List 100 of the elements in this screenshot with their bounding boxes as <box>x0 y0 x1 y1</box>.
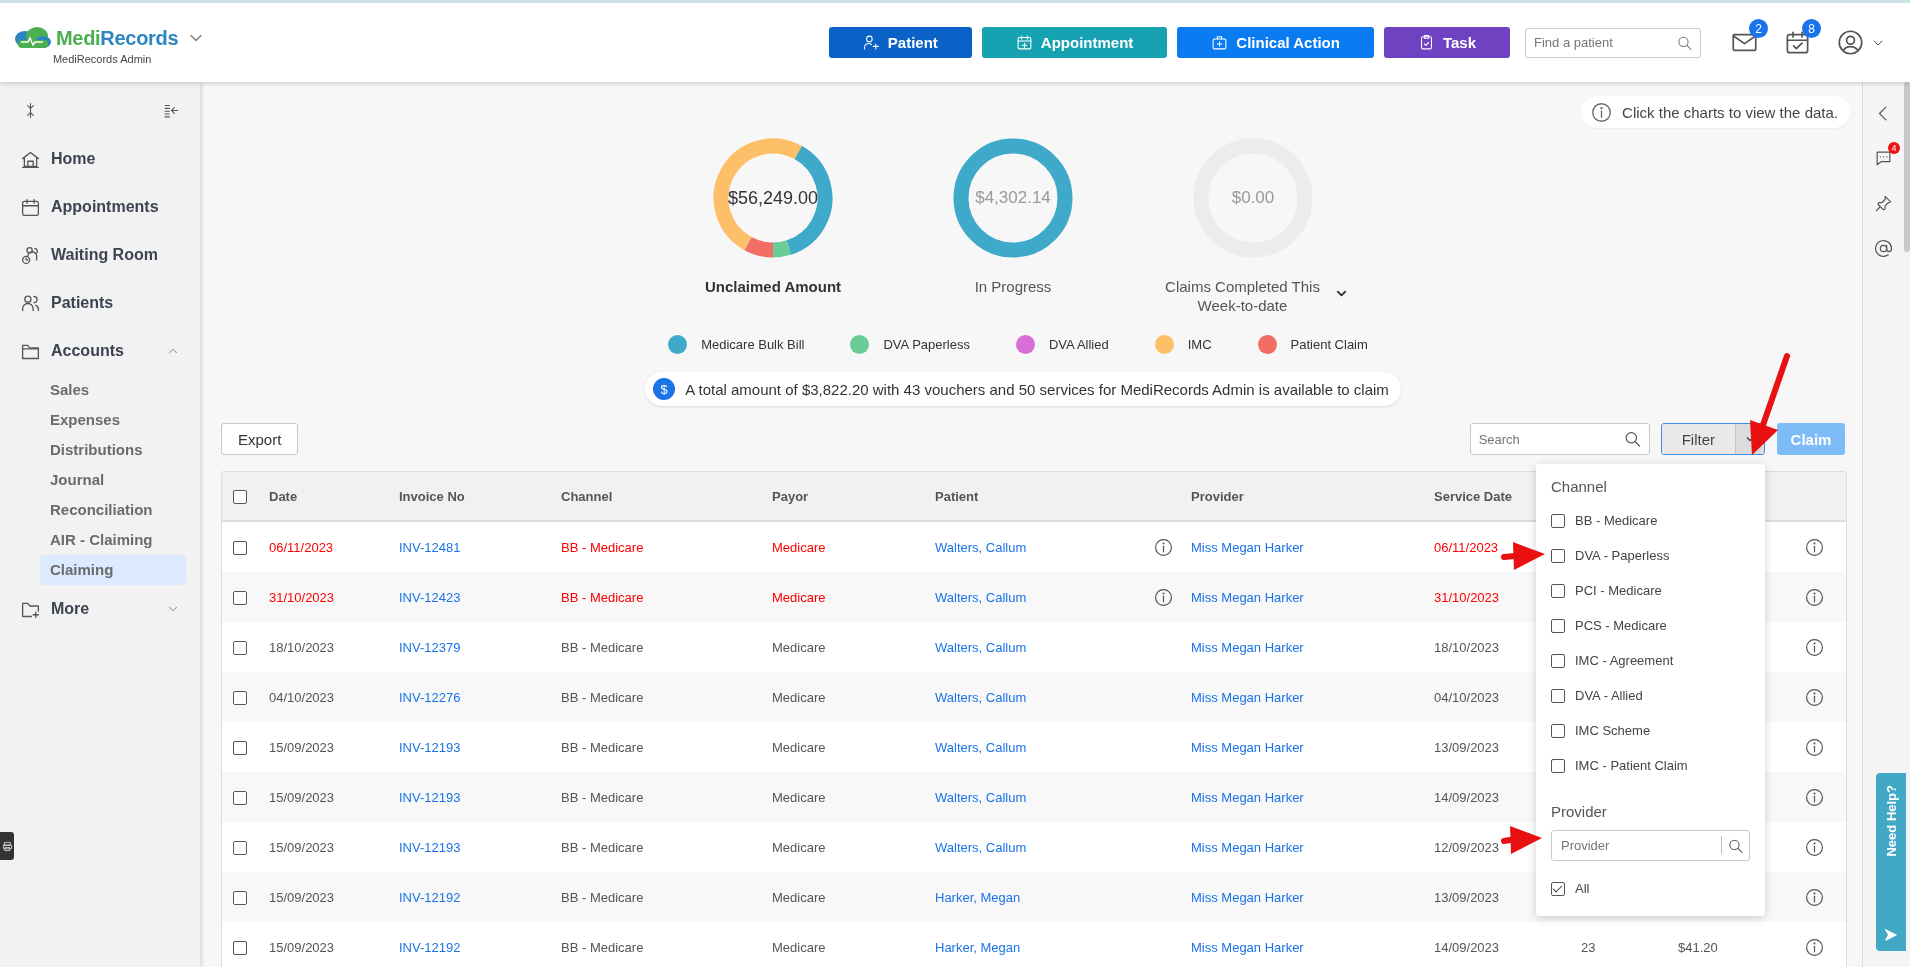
count-badge: 2 <box>1749 19 1768 38</box>
column-header[interactable]: Channel <box>550 472 761 521</box>
provider-link[interactable]: Miss Megan Harker <box>1191 789 1304 805</box>
chart-amount: $56,249.00 <box>727 187 819 209</box>
option-label: IMC - Agreement <box>1575 653 1674 668</box>
nav-subitem[interactable]: Journal <box>40 465 186 495</box>
nav-subitem[interactable]: Expenses <box>40 405 186 435</box>
table-cell: 13/09/2023 <box>1434 739 1500 755</box>
invoice-link[interactable]: INV-12193 <box>399 739 461 755</box>
invoice-link[interactable]: INV-12192 <box>399 939 461 955</box>
nav-item[interactable]: Waiting Room <box>0 231 200 279</box>
table-cell: BB - Medicare <box>561 839 644 855</box>
patient-search-field[interactable]: Find a patient <box>1525 27 1701 58</box>
invoice-link[interactable]: INV-12276 <box>399 689 461 705</box>
table-cell: 15/09/2023 <box>269 789 335 805</box>
quick-action-button[interactable]: Patient <box>828 27 972 58</box>
table-cell: BB - Medicare <box>561 889 644 905</box>
invoice-link[interactable]: INV-12193 <box>399 839 461 855</box>
need-help-tab[interactable]: Need Help? <box>1876 773 1906 951</box>
legend-label: DVA Paperless <box>883 337 970 352</box>
filter-button[interactable]: Filter <box>1661 424 1736 454</box>
table-cell: 15/09/2023 <box>269 939 335 955</box>
table-cell: BB - Medicare <box>561 639 644 655</box>
invoice-link[interactable]: INV-12193 <box>399 789 461 805</box>
invoice-link[interactable]: INV-12192 <box>399 889 461 905</box>
legend-label: Medicare Bulk Bill <box>701 337 805 352</box>
table-cell: BB - Medicare <box>561 939 644 955</box>
table-cell: 15/09/2023 <box>269 739 335 755</box>
section-heading: Provider <box>1551 803 1608 820</box>
patient-link[interactable]: Harker, Megan <box>935 889 1021 905</box>
table-cell: 31/10/2023 <box>1434 589 1500 605</box>
column-header[interactable]: Date <box>258 472 388 521</box>
hint-text: Click the charts to view the data. <box>1622 103 1838 121</box>
table-cell: 13/09/2023 <box>1434 889 1500 905</box>
search-field[interactable]: Search <box>1469 423 1650 455</box>
nav-subitem[interactable]: Reconciliation <box>40 495 186 525</box>
provider-link[interactable]: Miss Megan Harker <box>1191 689 1304 705</box>
patient-link[interactable]: Walters, Callum <box>935 839 1027 855</box>
table-cell: Medicare <box>772 789 826 805</box>
table-cell: 18/10/2023 <box>1434 639 1500 655</box>
option-label: PCI - Medicare <box>1575 583 1662 598</box>
invoice-link[interactable]: INV-12379 <box>399 639 461 655</box>
option-label: IMC Scheme <box>1575 723 1651 738</box>
patient-link[interactable]: Walters, Callum <box>935 689 1027 705</box>
patient-link[interactable]: Walters, Callum <box>935 739 1027 755</box>
invoice-link[interactable]: INV-12423 <box>399 589 461 605</box>
provider-link[interactable]: Miss Megan Harker <box>1191 589 1304 605</box>
option-label: All <box>1575 881 1590 896</box>
provider-search-field[interactable]: Provider <box>1551 830 1750 861</box>
table-cell: BB - Medicare <box>561 589 644 605</box>
table-cell: BB - Medicare <box>561 789 644 805</box>
table-cell: Medicare <box>772 539 826 555</box>
column-header[interactable]: Patient <box>924 472 1146 521</box>
option-label: DVA - Paperless <box>1575 548 1670 563</box>
nav-item[interactable]: Accounts <box>0 327 200 375</box>
quick-action-button[interactable]: Appointment <box>981 27 1168 58</box>
invoice-link[interactable]: INV-12481 <box>399 539 461 555</box>
quick-action-button[interactable]: Clinical Action <box>1177 27 1374 58</box>
patient-link[interactable]: Walters, Callum <box>935 639 1027 655</box>
nav-subitem[interactable]: Distributions <box>40 435 186 465</box>
nav-item[interactable]: Home <box>0 135 200 183</box>
table-cell: 14/09/2023 <box>1434 789 1500 805</box>
nav-subitem[interactable]: Claiming <box>40 555 186 585</box>
chart-label: Unclaimed Amount <box>704 277 842 296</box>
chart-label: Claims Completed This Week-to-date <box>1164 277 1321 315</box>
patient-link[interactable]: Walters, Callum <box>935 589 1027 605</box>
table-cell: BB - Medicare <box>561 739 644 755</box>
table-cell: Medicare <box>772 589 826 605</box>
count-badge: 8 <box>1802 19 1821 38</box>
patient-link[interactable]: Walters, Callum <box>935 789 1027 805</box>
chart-amount: $4,302.14 <box>975 188 1051 208</box>
brand-name: MediRecords <box>56 26 179 50</box>
patient-link[interactable]: Walters, Callum <box>935 539 1027 555</box>
nav-item[interactable]: More <box>0 585 200 633</box>
provider-link[interactable]: Miss Megan Harker <box>1191 639 1304 655</box>
nav-item[interactable]: Appointments <box>0 183 200 231</box>
patient-link[interactable]: Harker, Megan <box>935 939 1021 955</box>
option-label: PCS - Medicare <box>1575 618 1667 633</box>
table-cell: 23 <box>1581 939 1596 955</box>
quick-action-button[interactable]: Task <box>1383 27 1510 58</box>
organization-name: MediRecords Admin <box>52 53 152 65</box>
provider-link[interactable]: Miss Megan Harker <box>1191 739 1304 755</box>
nav-subitem[interactable]: AIR - Claiming <box>40 525 186 555</box>
export-button[interactable]: Export <box>221 423 299 455</box>
option-label: BB - Medicare <box>1575 513 1658 528</box>
provider-link[interactable]: Miss Megan Harker <box>1191 539 1304 555</box>
legend-label: Patient Claim <box>1290 337 1368 352</box>
column-header[interactable]: Provider <box>1180 472 1423 521</box>
table-cell: 18/10/2023 <box>269 639 335 655</box>
provider-link[interactable]: Miss Megan Harker <box>1191 889 1304 905</box>
nav-subitem[interactable]: Sales <box>40 375 186 405</box>
provider-link[interactable]: Miss Megan Harker <box>1191 839 1304 855</box>
table-cell: 14/09/2023 <box>1434 939 1500 955</box>
table-cell: 06/11/2023 <box>269 539 334 555</box>
column-header[interactable]: Invoice No <box>388 472 550 521</box>
column-header[interactable]: Payor <box>761 472 924 521</box>
nav-item[interactable]: Patients <box>0 279 200 327</box>
provider-link[interactable]: Miss Megan Harker <box>1191 939 1304 955</box>
summary-text: A total amount of $3,822.20 with 43 vouchers and 50 services for MediRecords Admin is available to claim <box>685 380 1389 398</box>
table-cell: Medicare <box>772 889 826 905</box>
